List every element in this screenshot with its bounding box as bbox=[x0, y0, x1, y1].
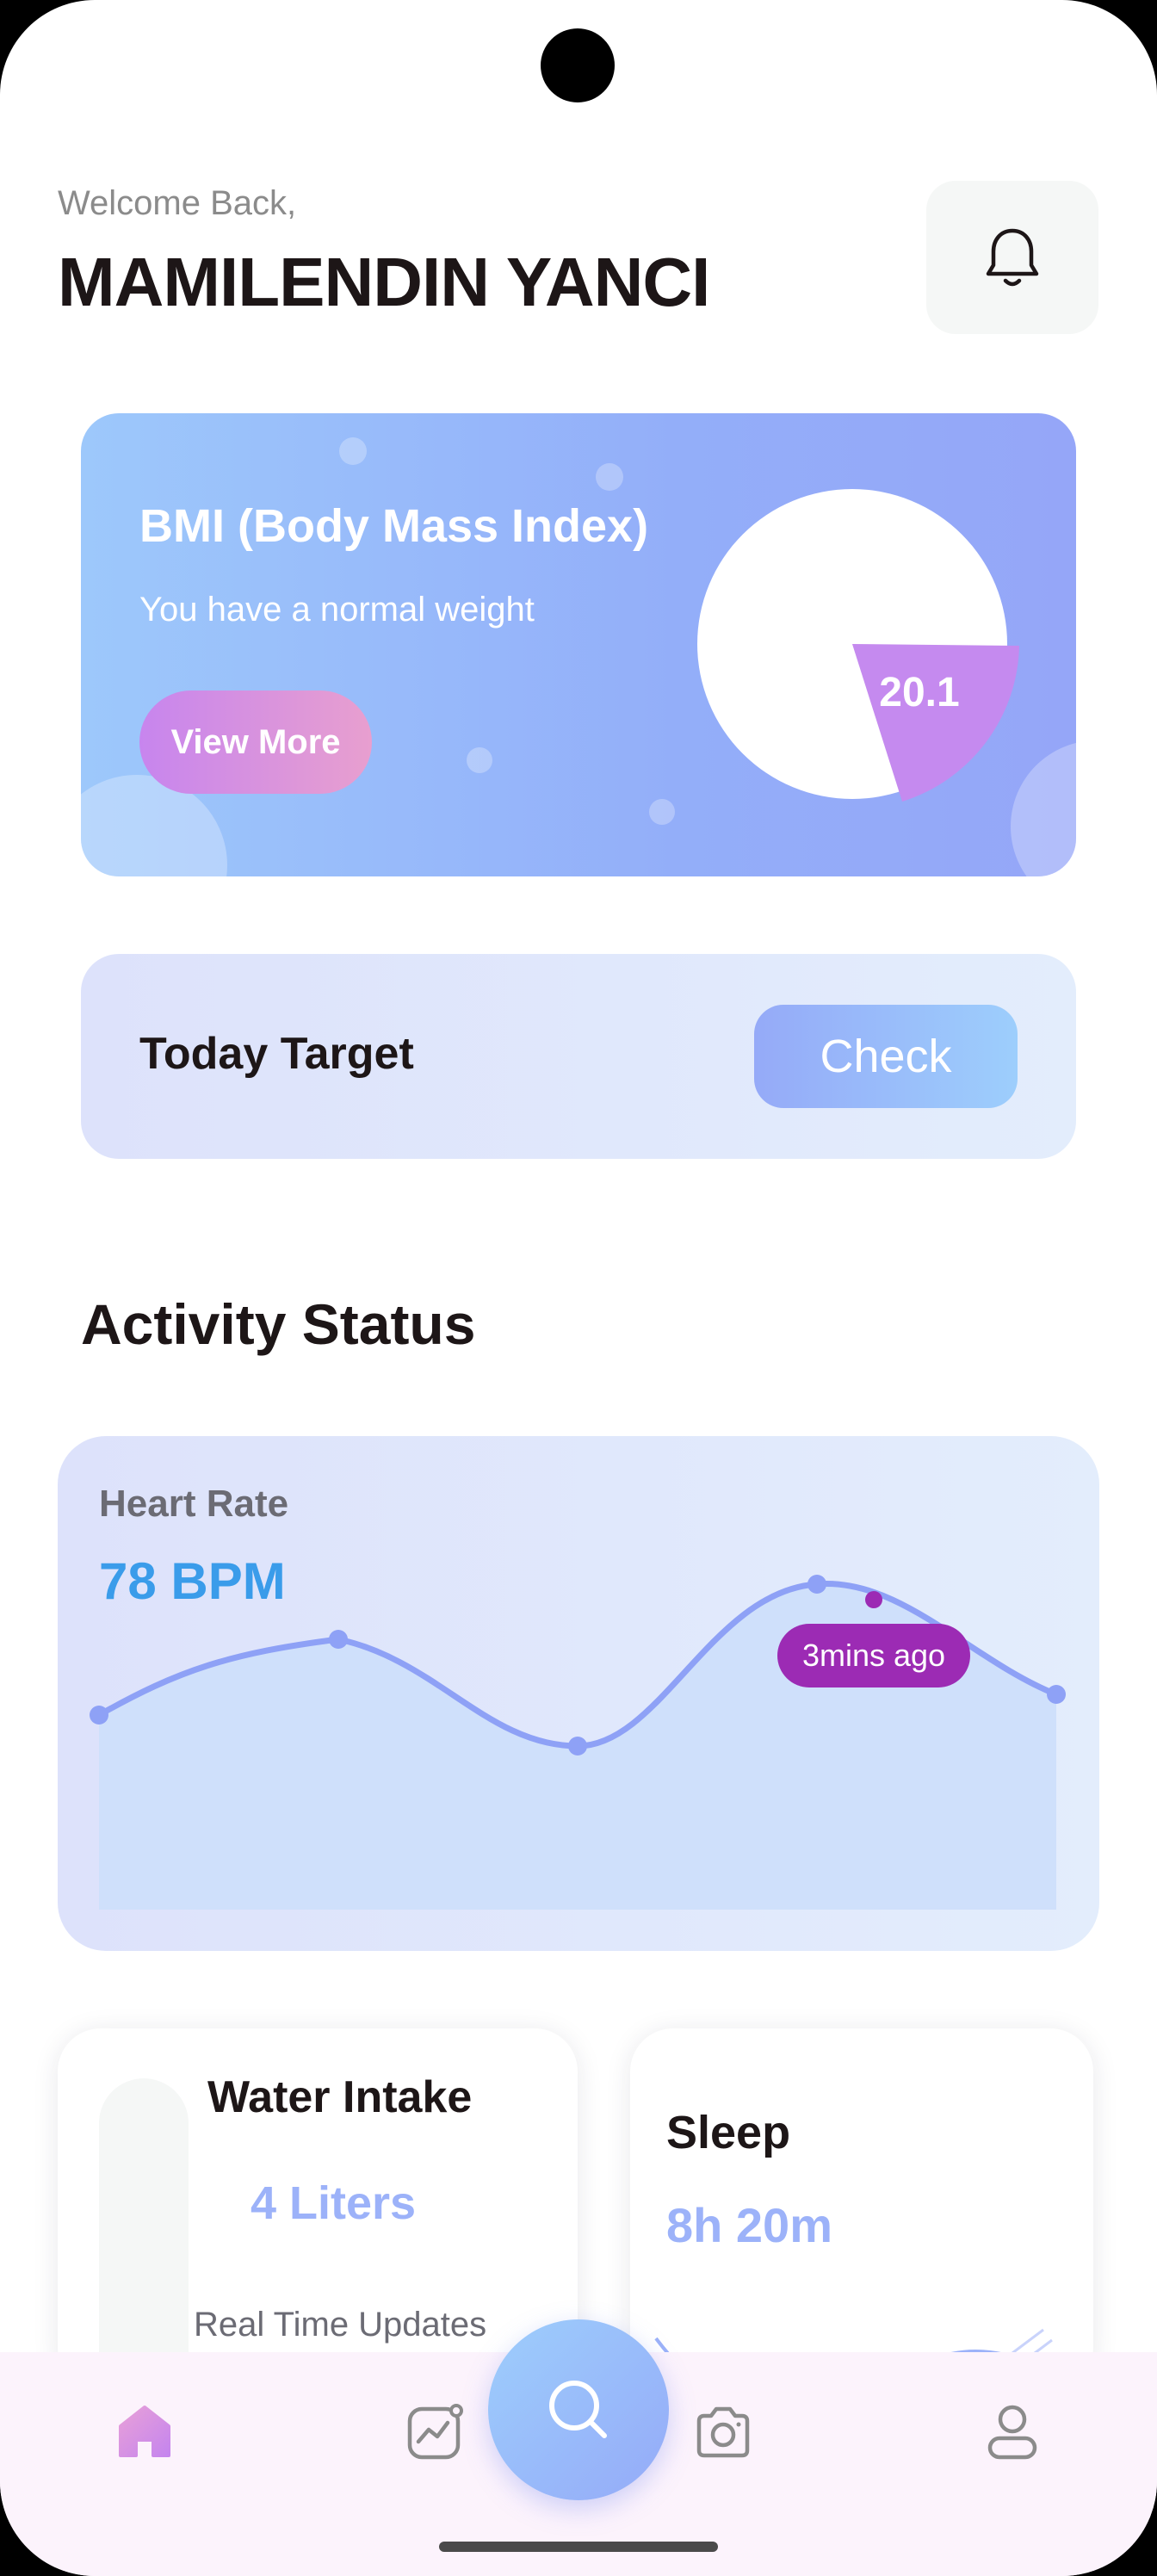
heart-rate-tooltip: 3mins ago bbox=[777, 1624, 970, 1687]
search-icon bbox=[549, 2381, 607, 2438]
home-indicator bbox=[439, 2542, 718, 2552]
activity-status-title: Activity Status bbox=[81, 1292, 476, 1356]
heart-rate-card[interactable]: Heart Rate 78 BPM 3mins ago bbox=[58, 1436, 1099, 1951]
sleep-card[interactable]: Sleep 8h 20m bbox=[630, 2028, 1093, 2390]
graph-point bbox=[807, 1575, 826, 1594]
graph-point bbox=[329, 1630, 348, 1649]
real-time-updates-label: Real Time Updates bbox=[194, 2306, 487, 2344]
graph-point bbox=[1047, 1685, 1066, 1704]
bell-icon bbox=[986, 228, 1039, 287]
graph-highlight-point bbox=[865, 1591, 882, 1608]
search-button[interactable] bbox=[488, 2319, 669, 2500]
bmi-card: BMI (Body Mass Index) You have a normal … bbox=[81, 413, 1076, 876]
water-intake-title: Water Intake bbox=[207, 2072, 473, 2122]
camera-cutout bbox=[541, 28, 615, 102]
sleep-graph bbox=[654, 2328, 1053, 2390]
user-name: MAMILENDIN YANCI bbox=[58, 244, 710, 320]
nav-profile[interactable] bbox=[974, 2393, 1050, 2469]
graph-point bbox=[90, 1706, 108, 1725]
nav-home[interactable] bbox=[107, 2393, 183, 2469]
heart-rate-graph bbox=[90, 1575, 1066, 1910]
activity-chart-icon bbox=[407, 2404, 463, 2460]
water-intake-card[interactable]: Water Intake 4 Liters Real Time Updates bbox=[58, 2028, 578, 2390]
home-icon bbox=[119, 2406, 170, 2457]
water-intake-value: 4 Liters bbox=[250, 2177, 417, 2229]
today-target-label: Today Target bbox=[139, 1029, 414, 1079]
check-button[interactable]: Check bbox=[754, 1005, 1018, 1108]
profile-icon bbox=[987, 2405, 1037, 2460]
water-progress-track bbox=[99, 2078, 189, 2390]
nav-camera[interactable] bbox=[685, 2393, 761, 2469]
camera-icon bbox=[696, 2406, 750, 2458]
nav-activity[interactable] bbox=[398, 2393, 473, 2469]
notification-button[interactable] bbox=[926, 181, 1098, 334]
welcome-text: Welcome Back, bbox=[58, 184, 297, 222]
app-screen: Welcome Back, MAMILENDIN YANCI BMI (Body… bbox=[0, 0, 1157, 2576]
bmi-pie-chart: 20.1 bbox=[697, 489, 1019, 802]
graph-point bbox=[568, 1737, 587, 1756]
bmi-value: 20.1 bbox=[879, 670, 959, 715]
today-target-card: Today Target Check bbox=[81, 954, 1076, 1159]
